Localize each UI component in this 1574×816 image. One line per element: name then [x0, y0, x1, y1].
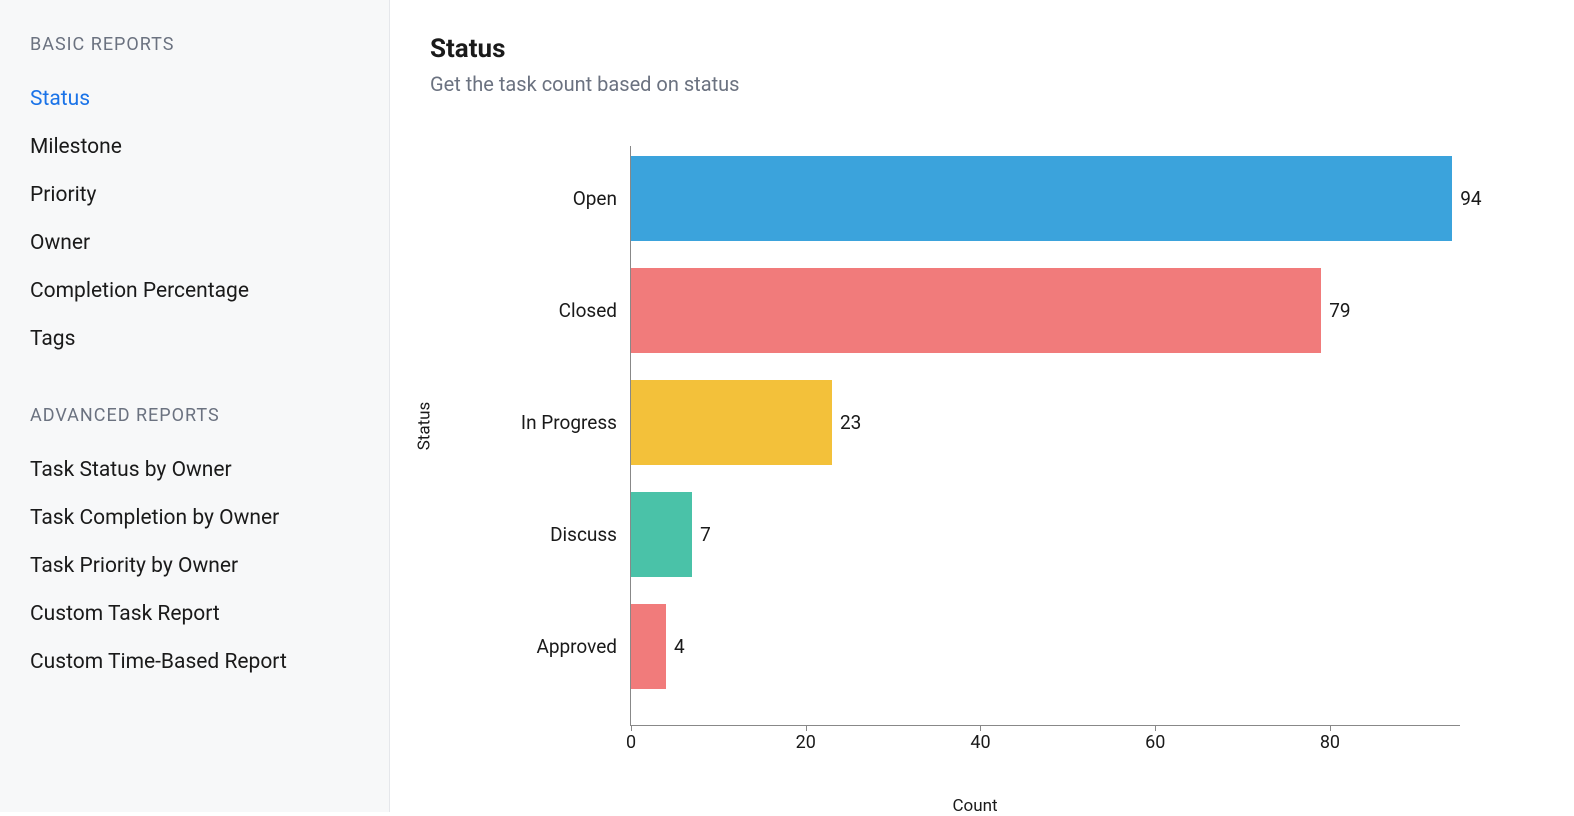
bar-row-in-progress: In Progress23 — [631, 380, 861, 465]
bar-label: Closed — [559, 299, 617, 322]
bars-container: Open94Closed79In Progress23Discuss7Appro… — [630, 146, 1460, 726]
page-title: Status — [430, 34, 1534, 64]
sidebar: BASIC REPORTS StatusMilestonePriorityOwn… — [0, 0, 390, 812]
main-content: Status Get the task count based on statu… — [390, 0, 1574, 812]
basic-reports-list: StatusMilestonePriorityOwnerCompletion P… — [30, 75, 359, 363]
basic-item-milestone[interactable]: Milestone — [30, 123, 359, 171]
bar[interactable] — [631, 604, 666, 689]
x-tick: 20 — [796, 732, 816, 753]
advanced-item-custom-time-based-report[interactable]: Custom Time-Based Report — [30, 638, 359, 686]
bar-value: 79 — [1329, 299, 1350, 322]
basic-item-completion-percentage[interactable]: Completion Percentage — [30, 267, 359, 315]
bar[interactable] — [631, 492, 692, 577]
bar[interactable] — [631, 380, 832, 465]
x-tick: 80 — [1320, 732, 1340, 753]
bar-row-open: Open94 — [631, 156, 1482, 241]
basic-item-owner[interactable]: Owner — [30, 219, 359, 267]
x-tick-line — [806, 725, 807, 731]
bar-value: 94 — [1460, 187, 1481, 210]
x-tick-line — [1330, 725, 1331, 731]
bar-row-closed: Closed79 — [631, 268, 1351, 353]
bar-row-discuss: Discuss7 — [631, 492, 711, 577]
bar[interactable] — [631, 156, 1452, 241]
x-axis-label: Count — [430, 796, 1520, 816]
y-axis-label: Status — [414, 402, 434, 451]
x-tick-line — [631, 725, 632, 731]
bar-label: In Progress — [521, 411, 617, 434]
advanced-item-custom-task-report[interactable]: Custom Task Report — [30, 590, 359, 638]
basic-item-tags[interactable]: Tags — [30, 315, 359, 363]
x-tick: 60 — [1145, 732, 1165, 753]
bar-row-approved: Approved4 — [631, 604, 685, 689]
bar-value: 4 — [674, 635, 685, 658]
advanced-item-task-completion-by-owner[interactable]: Task Completion by Owner — [30, 494, 359, 542]
bar-value: 23 — [840, 411, 861, 434]
chart: Status Open94Closed79In Progress23Discus… — [430, 126, 1520, 786]
advanced-reports-list: Task Status by OwnerTask Completion by O… — [30, 446, 359, 686]
x-tick: 40 — [970, 732, 990, 753]
bar-label: Discuss — [550, 523, 617, 546]
advanced-item-task-priority-by-owner[interactable]: Task Priority by Owner — [30, 542, 359, 590]
bar-label: Approved — [536, 635, 617, 658]
bar-label: Open — [573, 187, 617, 210]
x-tick-line — [1155, 725, 1156, 731]
basic-item-priority[interactable]: Priority — [30, 171, 359, 219]
bar[interactable] — [631, 268, 1321, 353]
basic-item-status[interactable]: Status — [30, 75, 359, 123]
x-tick: 0 — [626, 732, 636, 753]
bar-value: 7 — [700, 523, 711, 546]
basic-reports-header: BASIC REPORTS — [30, 34, 359, 55]
x-tick-line — [980, 725, 981, 731]
advanced-reports-header: ADVANCED REPORTS — [30, 405, 359, 426]
page-subtitle: Get the task count based on status — [430, 72, 1534, 96]
advanced-item-task-status-by-owner[interactable]: Task Status by Owner — [30, 446, 359, 494]
